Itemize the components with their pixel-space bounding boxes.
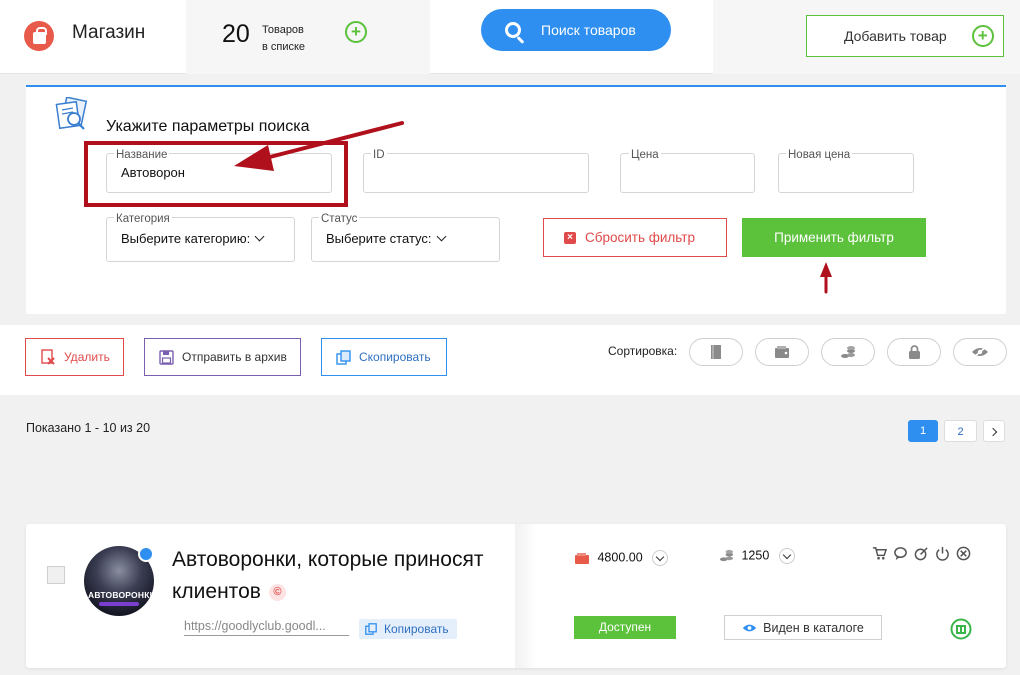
- store-badge-icon[interactable]: [950, 618, 972, 640]
- delete-file-icon: [41, 349, 55, 365]
- copy-icon: [336, 349, 351, 365]
- product-count-label: Товаров в списке: [262, 24, 306, 53]
- avatar-underline: [99, 602, 139, 606]
- sort-by-visibility-button[interactable]: [953, 338, 1007, 366]
- add-circle-icon[interactable]: +: [345, 21, 367, 43]
- copyright-icon: ©: [268, 583, 286, 601]
- chevron-down-icon: [254, 231, 265, 242]
- coins-icon: [719, 549, 734, 562]
- product-url[interactable]: https://goodlyclub.goodl...: [184, 619, 349, 636]
- chevron-right-icon: [988, 427, 998, 437]
- next-page-button[interactable]: [983, 420, 1005, 442]
- cart-icon[interactable]: [872, 546, 887, 561]
- search-products-button[interactable]: Поиск товаров: [481, 9, 671, 51]
- coins-icon: [841, 345, 855, 358]
- target-icon[interactable]: [914, 546, 929, 561]
- close-icon: ×: [564, 231, 576, 244]
- highlight-frame: [84, 141, 348, 207]
- stock-block: 1250: [719, 548, 795, 564]
- chevron-down-icon: [436, 231, 446, 242]
- shop-bag-icon: [24, 21, 54, 51]
- id-field[interactable]: [363, 153, 589, 193]
- availability-status-button[interactable]: Доступен: [574, 616, 676, 639]
- catalog-visibility-button[interactable]: Виден в каталоге: [724, 615, 882, 640]
- page-2-button[interactable]: 2: [944, 420, 977, 442]
- product-price: 4800.00: [597, 550, 643, 565]
- page-1-button[interactable]: 1: [908, 420, 938, 442]
- copy-icon: [365, 623, 377, 635]
- plus-icon: +: [971, 25, 994, 47]
- sort-label: Сортировка:: [608, 344, 678, 358]
- stock-dropdown-chevron-icon[interactable]: [778, 548, 795, 564]
- price-dropdown-chevron-icon[interactable]: [652, 550, 669, 566]
- product-stock: 1250: [741, 548, 770, 563]
- avatar-caption: АВТОВОРОНКИ: [88, 590, 154, 600]
- search-icon: [505, 22, 521, 38]
- search-params-icon: [55, 97, 88, 130]
- status-value[interactable]: Выберите статус:: [326, 231, 446, 246]
- lock-icon: [908, 344, 920, 359]
- price-block: 4800.00: [574, 550, 669, 566]
- reset-filter-button[interactable]: × Сбросить фильтр: [543, 218, 727, 257]
- eye-slash-icon: [972, 346, 988, 358]
- delete-button[interactable]: Удалить: [25, 338, 124, 376]
- sort-by-access-button[interactable]: [887, 338, 941, 366]
- sort-by-price-button[interactable]: [755, 338, 809, 366]
- product-checkbox[interactable]: [47, 566, 65, 584]
- product-count: 20: [222, 20, 250, 48]
- status-label: Статус: [319, 213, 360, 225]
- card-divider-shade: [515, 524, 537, 668]
- save-icon: [159, 349, 174, 365]
- book-icon: [711, 345, 721, 359]
- category-value[interactable]: Выберите категорию:: [121, 231, 265, 246]
- eye-icon: [743, 624, 757, 631]
- category-label: Категория: [114, 213, 172, 225]
- copy-url-button[interactable]: Копировать: [359, 619, 457, 639]
- archive-button[interactable]: Отправить в архив: [144, 338, 301, 376]
- new-price-field-label: Новая цена: [786, 149, 853, 161]
- sort-by-name-button[interactable]: [689, 338, 743, 366]
- apply-filter-button[interactable]: Применить фильтр: [742, 218, 926, 257]
- shop-title: Магазин: [72, 22, 146, 43]
- verified-badge-icon: [138, 546, 154, 562]
- add-product-button[interactable]: Добавить товар +: [806, 15, 1004, 57]
- close-circle-icon[interactable]: [956, 546, 971, 561]
- price-field-label: Цена: [629, 149, 661, 161]
- wallet-icon: [575, 552, 589, 564]
- power-icon[interactable]: [935, 546, 950, 561]
- sort-by-stock-button[interactable]: [821, 338, 875, 366]
- search-panel-title: Укажите параметры поиска: [106, 118, 310, 135]
- results-count: Показано 1 - 10 из 20: [26, 421, 151, 435]
- comment-icon[interactable]: [893, 546, 908, 561]
- product-actions: [872, 546, 971, 561]
- product-title[interactable]: Автоворонки, которые приносят клиентов ©: [172, 544, 512, 608]
- copy-button[interactable]: Скопировать: [321, 338, 447, 376]
- wallet-icon: [775, 346, 789, 358]
- id-field-label: ID: [371, 149, 387, 161]
